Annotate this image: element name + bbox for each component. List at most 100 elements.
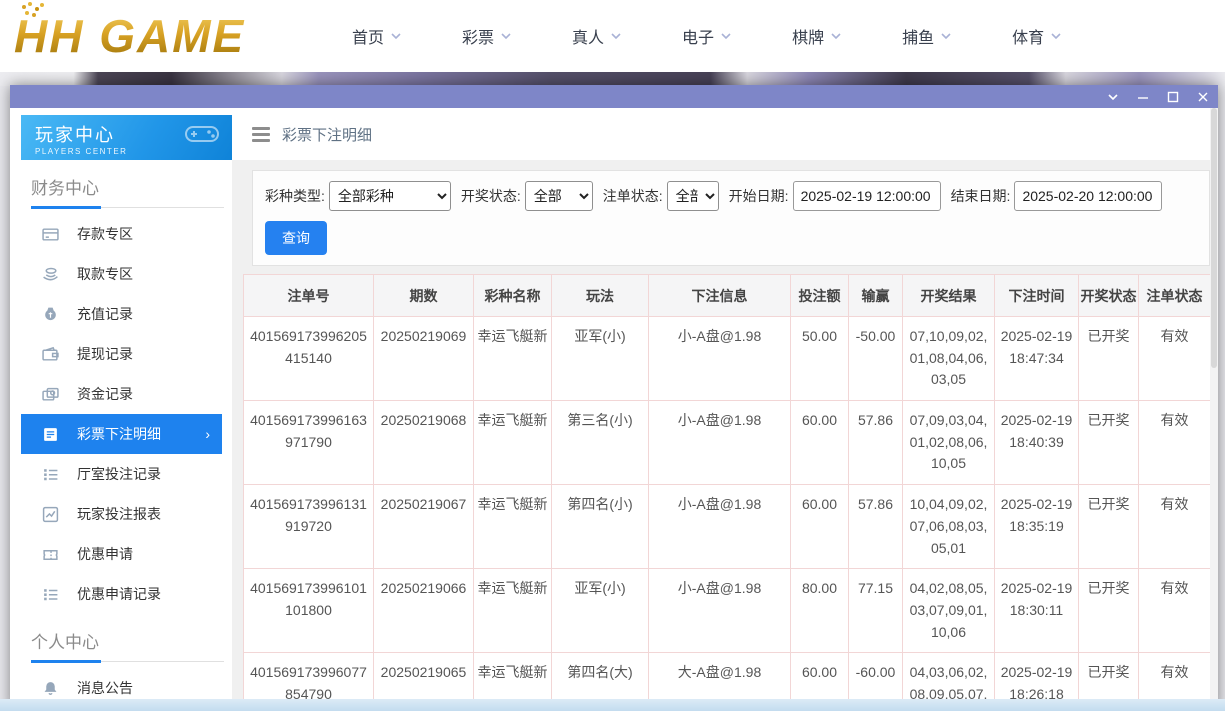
sidebar-item-label: 取款专区 xyxy=(77,264,133,284)
end-date-label: 结束日期: xyxy=(951,186,1011,206)
sidebar-item-player-bet-report[interactable]: 玩家投注报表 xyxy=(21,494,222,534)
cell-下注信息: 小-A盘@1.98 xyxy=(649,317,791,401)
list-icon xyxy=(42,586,59,603)
scrollbar-thumb[interactable] xyxy=(1211,108,1217,368)
close-button[interactable] xyxy=(1188,85,1218,108)
window-titlebar[interactable] xyxy=(10,85,1218,108)
window-body: 玩家中心 PLAYERS CENTER 财务中心存款专区取款专区充值记录提现记录… xyxy=(10,108,1218,711)
filter-panel: 彩种类型: 全部彩种 开奖状态: 全部 注单状态: 全部 开始日期: 结束日期: xyxy=(252,170,1210,266)
chevron-down-icon xyxy=(1050,32,1062,40)
maximize-button[interactable] xyxy=(1158,85,1188,108)
card-icon xyxy=(42,226,59,243)
site-logo[interactable]: HH GAME xyxy=(14,9,294,63)
money-bag-icon xyxy=(42,306,59,323)
column-header: 输赢 xyxy=(849,275,903,317)
cell-开奖状态: 已开奖 xyxy=(1079,401,1139,485)
lottery-type-select[interactable]: 全部彩种 xyxy=(329,181,451,211)
chevron-down-icon xyxy=(940,32,952,40)
column-header: 注单状态 xyxy=(1139,275,1211,317)
column-header: 注单号 xyxy=(244,275,374,317)
sidebar-item-lottery-bet-detail[interactable]: 彩票下注明细› xyxy=(21,414,222,454)
cell-开奖结果: 07,10,09,02,01,08,04,06,03,05 xyxy=(903,317,995,401)
collapse-button[interactable] xyxy=(1098,85,1128,108)
draw-status-label: 开奖状态: xyxy=(461,186,521,206)
sidebar-item-deposit-zone[interactable]: 存款专区 xyxy=(21,214,222,254)
sidebar-item-promo-apply-record[interactable]: 优惠申请记录 xyxy=(21,574,222,614)
nav-item-slots[interactable]: 电子 xyxy=(682,24,732,48)
column-header: 玩法 xyxy=(552,275,649,317)
sidebar-item-hall-bet-record[interactable]: 厅室投注记录 xyxy=(21,454,222,494)
nav-item-home[interactable]: 首页 xyxy=(352,24,402,48)
nav-label: 体育 xyxy=(1012,24,1044,48)
hamburger-icon[interactable] xyxy=(252,127,270,142)
table-header-row: 注单号期数彩种名称玩法下注信息投注额输赢开奖结果下注时间开奖状态注单状态 xyxy=(244,275,1211,317)
wallet-icon xyxy=(42,346,59,363)
order-status-label: 注单状态: xyxy=(603,186,663,206)
filter-row: 彩种类型: 全部彩种 开奖状态: 全部 注单状态: 全部 开始日期: 结束日期: xyxy=(265,181,1197,211)
cell-开奖结果: 10,04,09,02,07,06,08,03,05,01 xyxy=(903,485,995,569)
sidebar-item-label: 优惠申请记录 xyxy=(77,584,161,604)
cell-注单状态: 有效 xyxy=(1139,401,1211,485)
nav-item-chess[interactable]: 棋牌 xyxy=(792,24,842,48)
chevron-down-icon xyxy=(500,32,512,40)
sidebar-item-label: 优惠申请 xyxy=(77,544,133,564)
cell-投注额: 50.00 xyxy=(791,317,849,401)
cell-输赢: -50.00 xyxy=(849,317,903,401)
sidebar-item-promo-apply[interactable]: 优惠申请 xyxy=(21,534,222,574)
sidebar: 玩家中心 PLAYERS CENTER 财务中心存款专区取款专区充值记录提现记录… xyxy=(10,108,232,711)
site-topbar: HH GAME 首页 彩票 真人 电子 棋牌 捕鱼 体育 xyxy=(0,0,1225,72)
nav-label: 真人 xyxy=(572,24,604,48)
column-header: 下注时间 xyxy=(995,275,1079,317)
cell-注单号: 401569173996101101800 xyxy=(244,569,374,653)
sidebar-item-funds-record[interactable]: 资金记录 xyxy=(21,374,222,414)
content-header: 彩票下注明细 xyxy=(232,108,1218,160)
sidebar-item-withdraw-record[interactable]: 提现记录 xyxy=(21,334,222,374)
sidebar-item-label: 玩家投注报表 xyxy=(77,504,161,524)
end-date-input[interactable] xyxy=(1014,181,1162,211)
vertical-scrollbar[interactable] xyxy=(1210,108,1218,711)
bet-table-wrap: 注单号期数彩种名称玩法下注信息投注额输赢开奖结果下注时间开奖状态注单状态 401… xyxy=(243,274,1210,711)
cell-下注信息: 小-A盘@1.98 xyxy=(649,569,791,653)
sidebar-item-label: 提现记录 xyxy=(77,344,133,364)
chevron-down-icon xyxy=(830,32,842,40)
list-icon xyxy=(42,466,59,483)
background-page-banner xyxy=(0,72,1225,86)
chevron-down-icon xyxy=(390,32,402,40)
sidebar-item-recharge-record[interactable]: 充值记录 xyxy=(21,294,222,334)
cell-开奖结果: 04,02,08,05,03,07,09,01,10,06 xyxy=(903,569,995,653)
cell-下注时间: 2025-02-19 18:47:34 xyxy=(995,317,1079,401)
cell-玩法: 第三名(小) xyxy=(552,401,649,485)
bell-icon xyxy=(42,680,59,697)
cell-彩种名称: 幸运飞艇新 xyxy=(474,485,552,569)
cell-彩种名称: 幸运飞艇新 xyxy=(474,401,552,485)
bottom-scroll-strip[interactable] xyxy=(0,699,1225,711)
nav-label: 首页 xyxy=(352,24,384,48)
sidebar-item-label: 充值记录 xyxy=(77,304,133,324)
start-date-input[interactable] xyxy=(793,181,941,211)
column-header: 投注额 xyxy=(791,275,849,317)
gamepad-icon xyxy=(182,121,222,147)
nav-item-lottery[interactable]: 彩票 xyxy=(462,24,512,48)
sidebar-item-label: 消息公告 xyxy=(77,678,133,698)
draw-status-select[interactable]: 全部 xyxy=(525,181,593,211)
cell-期数: 20250219068 xyxy=(374,401,474,485)
query-button[interactable]: 查询 xyxy=(265,221,327,255)
nav-item-fishing[interactable]: 捕鱼 xyxy=(902,24,952,48)
nav-item-live[interactable]: 真人 xyxy=(572,24,622,48)
cell-注单状态: 有效 xyxy=(1139,317,1211,401)
nav-label: 棋牌 xyxy=(792,24,824,48)
cell-注单号: 401569173996205415140 xyxy=(244,317,374,401)
minimize-button[interactable] xyxy=(1128,85,1158,108)
sidebar-item-withdraw-zone[interactable]: 取款专区 xyxy=(21,254,222,294)
hand-money-icon xyxy=(42,266,59,283)
cell-投注额: 80.00 xyxy=(791,569,849,653)
nav-label: 电子 xyxy=(682,24,714,48)
start-date-label: 开始日期: xyxy=(729,186,789,206)
table-row: 40156917399613191972020250219067幸运飞艇新第四名… xyxy=(244,485,1211,569)
cell-玩法: 亚军(小) xyxy=(552,569,649,653)
nav-item-sports[interactable]: 体育 xyxy=(1012,24,1062,48)
chevron-down-icon xyxy=(1107,93,1119,101)
nav-label: 彩票 xyxy=(462,24,494,48)
document-icon xyxy=(42,426,59,443)
order-status-select[interactable]: 全部 xyxy=(667,181,719,211)
